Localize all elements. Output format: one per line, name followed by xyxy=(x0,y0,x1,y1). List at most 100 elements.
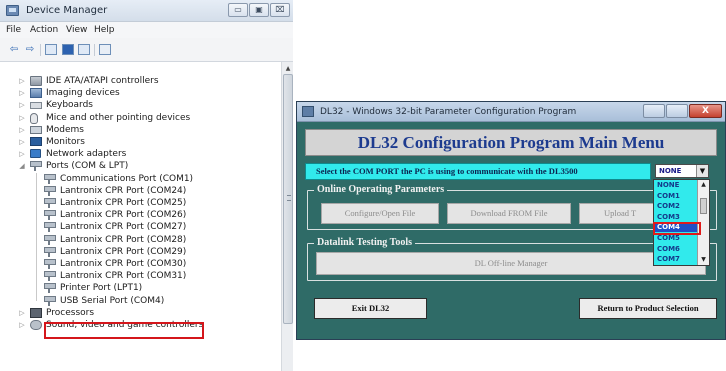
tree-item-label: Lantronix CPR Port (COM28) xyxy=(60,234,187,245)
close-button[interactable]: ⌧ xyxy=(270,3,290,17)
scroll-up-icon[interactable]: ▲ xyxy=(283,64,293,74)
collapsed-arrow-icon[interactable]: ▷ xyxy=(18,124,26,136)
collapsed-arrow-icon[interactable]: ▷ xyxy=(18,319,26,331)
com-port-select[interactable]: NONE ▼ xyxy=(655,164,709,178)
tree-item-label: Keyboards xyxy=(46,100,93,111)
tree-category[interactable]: ◢ Ports (COM & LPT) xyxy=(18,160,258,172)
vertical-scrollbar[interactable]: ▲ xyxy=(281,62,293,371)
tree-item-label: Communications Port (COM1) xyxy=(60,173,194,184)
tree-category[interactable]: ▷ Mice and other pointing devices xyxy=(18,112,258,124)
tree-device[interactable]: Communications Port (COM1) xyxy=(32,173,272,185)
com-option[interactable]: COM2 xyxy=(655,202,697,211)
scroll-grip-icon xyxy=(287,195,291,201)
menu-file[interactable]: File xyxy=(6,25,21,35)
tree-item-label: Printer Port (LPT1) xyxy=(60,283,143,294)
tree-device[interactable]: Lantronix CPR Port (COM25) xyxy=(32,197,272,209)
port-device-icon xyxy=(44,259,56,269)
help-icon[interactable] xyxy=(62,44,74,55)
exit-dl32-button[interactable]: Exit DL32 xyxy=(314,298,427,319)
com-option[interactable]: COM5 xyxy=(655,234,697,243)
tree-device[interactable]: Lantronix CPR Port (COM31) xyxy=(32,270,272,282)
minimize-button[interactable]: ▭ xyxy=(228,3,248,17)
tree-item-label: Lantronix CPR Port (COM26) xyxy=(60,210,187,221)
collapsed-arrow-icon[interactable]: ▷ xyxy=(18,75,26,87)
com-option[interactable]: COM6 xyxy=(655,245,697,254)
tree-item-label: IDE ATA/ATAPI controllers xyxy=(46,76,159,86)
collapsed-arrow-icon[interactable]: ▷ xyxy=(18,87,26,99)
online-group-title: Online Operating Parameters xyxy=(314,184,448,196)
tree-connector-line xyxy=(36,172,37,301)
scroll-thumb[interactable] xyxy=(283,74,293,324)
tree-device[interactable]: USB Serial Port (COM4) xyxy=(32,295,272,307)
tree-item-label: Lantronix CPR Port (COM25) xyxy=(60,198,187,208)
dl32-app-icon xyxy=(302,106,314,117)
forward-arrow-icon[interactable]: ⇨ xyxy=(24,44,36,56)
chevron-down-icon[interactable]: ▼ xyxy=(696,165,708,177)
tree-category[interactable]: ▷ Network adapters xyxy=(18,148,258,160)
com-option[interactable]: NONE xyxy=(655,181,697,190)
dropdown-scroll-thumb[interactable] xyxy=(700,198,707,214)
menu-action[interactable]: Action xyxy=(30,25,58,35)
tree-device[interactable]: Lantronix CPR Port (COM28) xyxy=(32,234,272,246)
tree-item-label: Processors xyxy=(46,307,95,318)
tree-item-label: Ports (COM & LPT) xyxy=(46,161,129,172)
port-device-icon xyxy=(44,271,56,282)
expanded-arrow-icon[interactable]: ◢ xyxy=(18,160,26,172)
dl32-titlebar[interactable]: DL32 - Windows 32-bit Parameter Configur… xyxy=(297,102,725,122)
tree-category[interactable]: ▷ Imaging devices xyxy=(18,87,258,99)
scan-hardware-icon[interactable] xyxy=(99,44,111,55)
tree-item-label: Monitors xyxy=(46,137,85,147)
device-manager-icon xyxy=(6,5,19,16)
tree-device[interactable]: Lantronix CPR Port (COM26) xyxy=(32,209,272,221)
tree-category[interactable]: ▷ Processors xyxy=(18,307,258,319)
properties-icon[interactable] xyxy=(45,44,57,55)
port-device-icon xyxy=(30,161,42,172)
collapsed-arrow-icon[interactable]: ▷ xyxy=(18,99,26,111)
back-arrow-icon[interactable]: ⇦ xyxy=(8,44,20,56)
menu-help[interactable]: Help xyxy=(94,25,115,35)
collapsed-arrow-icon[interactable]: ▷ xyxy=(18,148,26,160)
menu-view[interactable]: View xyxy=(66,25,87,35)
scroll-down-icon[interactable]: ▼ xyxy=(698,255,709,265)
tools-group-title: Datalink Testing Tools xyxy=(314,237,416,249)
port-device-icon xyxy=(44,246,56,257)
tree-item-label: USB Serial Port (COM4) xyxy=(60,295,165,306)
tree-device[interactable]: Lantronix CPR Port (COM30) xyxy=(32,258,272,270)
device-view-icon[interactable] xyxy=(78,44,90,55)
device-manager-titlebar[interactable]: Device Manager ▭ ▣ ⌧ xyxy=(0,0,293,22)
scroll-up-icon[interactable]: ▲ xyxy=(698,180,709,190)
tree-category[interactable]: ▷ IDE ATA/ATAPI controllers xyxy=(18,75,258,87)
com4-highlight xyxy=(653,222,701,235)
tree-category[interactable]: ▷ Modems xyxy=(18,124,258,136)
dl32-maximize-button[interactable] xyxy=(666,104,688,118)
port-device-icon xyxy=(44,210,56,221)
maximize-button[interactable]: ▣ xyxy=(249,3,269,17)
toolbar: ⇦ ⇨ xyxy=(0,38,293,62)
tree-category[interactable]: ▷ Monitors xyxy=(18,136,258,148)
collapsed-arrow-icon[interactable]: ▷ xyxy=(18,307,26,319)
com-option[interactable]: COM7 xyxy=(655,255,697,264)
com-option[interactable]: COM3 xyxy=(655,213,697,222)
toolbar-separator xyxy=(94,44,95,56)
collapsed-arrow-icon[interactable]: ▷ xyxy=(18,136,26,148)
sound-device-icon xyxy=(30,320,42,330)
collapsed-arrow-icon[interactable]: ▷ xyxy=(18,112,26,124)
modem-device-icon xyxy=(30,125,42,134)
tree-device[interactable]: Lantronix CPR Port (COM24) xyxy=(32,185,272,197)
dl32-minimize-button[interactable] xyxy=(643,104,665,118)
com-option[interactable]: COM1 xyxy=(655,192,697,201)
port-device-icon xyxy=(44,173,56,184)
tree-device[interactable]: Lantronix CPR Port (COM29) xyxy=(32,246,272,258)
tree-category[interactable]: ▷ Keyboards xyxy=(18,99,258,111)
dl-offline-manager-button[interactable]: DL Off-line Manager xyxy=(316,252,706,275)
port-device-icon xyxy=(44,283,56,294)
tree-device[interactable]: Lantronix CPR Port (COM27) xyxy=(32,221,272,233)
configure-open-file-button[interactable]: Configure/Open File xyxy=(321,203,439,224)
tree-device[interactable]: Printer Port (LPT1) xyxy=(32,282,272,294)
download-from-file-button[interactable]: Download FROM File xyxy=(447,203,571,224)
return-to-product-selection-button[interactable]: Return to Product Selection xyxy=(579,298,717,319)
dl32-title: DL32 - Windows 32-bit Parameter Configur… xyxy=(320,107,577,117)
dl32-close-button[interactable]: X xyxy=(689,104,722,118)
tree-item-label: Lantronix CPR Port (COM30) xyxy=(60,259,187,269)
proc-device-icon xyxy=(30,307,42,318)
